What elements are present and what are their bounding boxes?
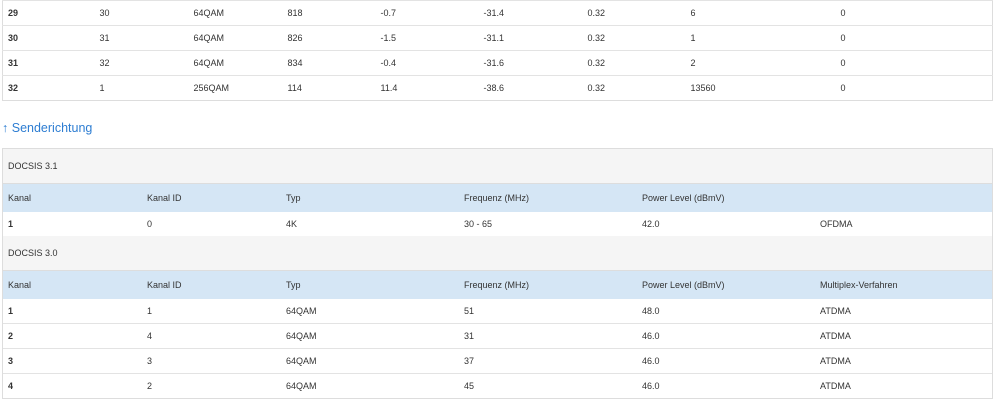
table-cell: 64QAM (188, 0, 283, 26)
table-cell: 64QAM (188, 25, 283, 51)
table-cell: 42.0 (642, 219, 660, 229)
column-header: Kanal (8, 193, 32, 203)
table-cell: 4 (8, 381, 14, 391)
column-header: Kanal ID (147, 193, 182, 203)
table-cell: 64QAM (286, 356, 317, 366)
table-cell: 31 (94, 25, 189, 51)
docsis30-rows: 1 1 64QAM 51 48.0 ATDMA 2 4 64QAM 31 46.0 ATDMA 3 3 64… (3, 299, 992, 398)
table-cell: 64QAM (286, 306, 317, 316)
table-cell: 46.0 (642, 331, 660, 341)
table-cell: 4 (147, 331, 153, 341)
table-cell: 11.4 (375, 75, 479, 101)
upstream-link-label: Senderichtung (11, 121, 93, 135)
table-cell: 1 (94, 75, 189, 101)
table-row: 4 2 64QAM 45 46.0 ATDMA (3, 374, 992, 398)
table-cell: 46.0 (642, 381, 660, 391)
table-cell: 51 (464, 306, 475, 316)
table-row: 2 4 64QAM 31 46.0 ATDMA (3, 324, 992, 349)
table-cell: -31.4 (478, 0, 583, 26)
column-header: Power Level (dBmV) (642, 280, 725, 290)
table-cell: 114 (282, 75, 376, 101)
table-cell: 826 (282, 25, 376, 51)
table-cell: 834 (282, 50, 376, 76)
downstream-table: 29 30 64QAM 818 -0.7 -31.4 0.32 6 0 30 31 64QAM 826-… (2, 0, 993, 101)
table-cell: 1 (8, 306, 14, 316)
table-cell: -0.7 (375, 0, 479, 26)
table-cell: 31 (464, 331, 475, 341)
table-cell: 29 (2, 0, 95, 26)
column-header: Kanal ID (147, 280, 182, 290)
table-cell: 46.0 (642, 356, 660, 366)
docsis30-group-title: DOCSIS 3.0 (3, 236, 992, 271)
table-cell: 1 (685, 25, 836, 51)
table-cell: ATDMA (820, 331, 851, 341)
table-cell: -31.6 (478, 50, 583, 76)
table-cell: 0.32 (582, 0, 686, 26)
table-cell: 2 (8, 331, 14, 341)
table-cell: 64QAM (286, 381, 317, 391)
table-cell: 13560 (685, 75, 836, 101)
table-cell: 0 (835, 0, 993, 26)
table-cell: 0.32 (582, 75, 686, 101)
column-header: Multiplex-Verfahren (820, 280, 898, 290)
table-cell: -38.6 (478, 75, 583, 101)
table-cell: 0 (835, 25, 993, 51)
column-header: Kanal (8, 280, 32, 290)
column-header: Typ (286, 193, 301, 203)
table-cell: 0.32 (582, 25, 686, 51)
column-header: Frequenz (MHz) (464, 193, 530, 203)
upstream-panel: DOCSIS 3.1 Kanal Kanal ID Typ Frequenz (… (2, 148, 993, 399)
table-cell: -1.5 (375, 25, 479, 51)
table-cell: ATDMA (820, 356, 851, 366)
column-header: Power Level (dBmV) (642, 193, 725, 203)
table-cell: 4K (286, 219, 298, 229)
table-row: 1 0 4K 30 - 65 42.0 OFDMA (3, 212, 992, 236)
table-cell: 1 (147, 306, 153, 316)
table-cell: 64QAM (188, 50, 283, 76)
arrow-up-icon: ↑ (2, 121, 9, 135)
table-cell: 6 (685, 0, 836, 26)
table-cell: OFDMA (820, 219, 853, 229)
table-row: 3 3 64QAM 37 46.0 ATDMA (3, 349, 992, 374)
table-row: 29 30 64QAM 818 -0.7 -31.4 0.32 6 0 (2, 0, 993, 26)
table-cell: 0 (835, 75, 993, 101)
table-cell: 32 (2, 75, 95, 101)
table-cell: ATDMA (820, 306, 851, 316)
table-row: 31 32 64QAM 834 -0.4 -31.6 0.32 2 0 (2, 50, 993, 76)
table-cell: -31.1 (478, 25, 583, 51)
table-cell: 64QAM (286, 331, 317, 341)
table-row: 1 1 64QAM 51 48.0 ATDMA (3, 299, 992, 324)
column-header: Frequenz (MHz) (464, 280, 530, 290)
table-cell: 2 (147, 381, 153, 391)
table-cell: ATDMA (820, 381, 851, 391)
table-cell: 0.32 (582, 50, 686, 76)
table-cell: 256QAM (188, 75, 283, 101)
table-cell: 0 (835, 50, 993, 76)
docsis31-header-row: Kanal Kanal ID Typ Frequenz (MHz) Power … (3, 184, 992, 212)
table-cell: 37 (464, 356, 475, 366)
table-cell: 45 (464, 381, 475, 391)
column-header: Typ (286, 280, 301, 290)
table-cell: 1 (8, 219, 14, 229)
table-cell: 30 - 65 (464, 219, 493, 229)
table-row: 30 31 64QAM 826 -1.5 -31.1 0.32 1 0 (2, 25, 993, 51)
table-cell: -0.4 (375, 50, 479, 76)
docsis31-rows: 1 0 4K 30 - 65 42.0 OFDMA (3, 212, 992, 236)
table-row: 32 1 256QAM 114 11.4 -38.6 0.32 13560 0 (2, 75, 993, 101)
table-cell: 31 (2, 50, 95, 76)
table-cell: 48.0 (642, 306, 660, 316)
table-cell: 32 (94, 50, 189, 76)
upstream-anchor-link[interactable]: ↑ Senderichtung (2, 121, 92, 135)
table-cell: 30 (2, 25, 95, 51)
table-cell: 0 (147, 219, 153, 229)
docsis30-header-row: Kanal Kanal ID Typ Frequenz (MHz) Power … (3, 271, 992, 299)
table-cell: 3 (8, 356, 14, 366)
table-cell: 2 (685, 50, 836, 76)
table-cell: 818 (282, 0, 376, 26)
table-cell: 30 (94, 0, 189, 26)
docsis31-group-title: DOCSIS 3.1 (3, 149, 992, 184)
table-cell: 3 (147, 356, 153, 366)
